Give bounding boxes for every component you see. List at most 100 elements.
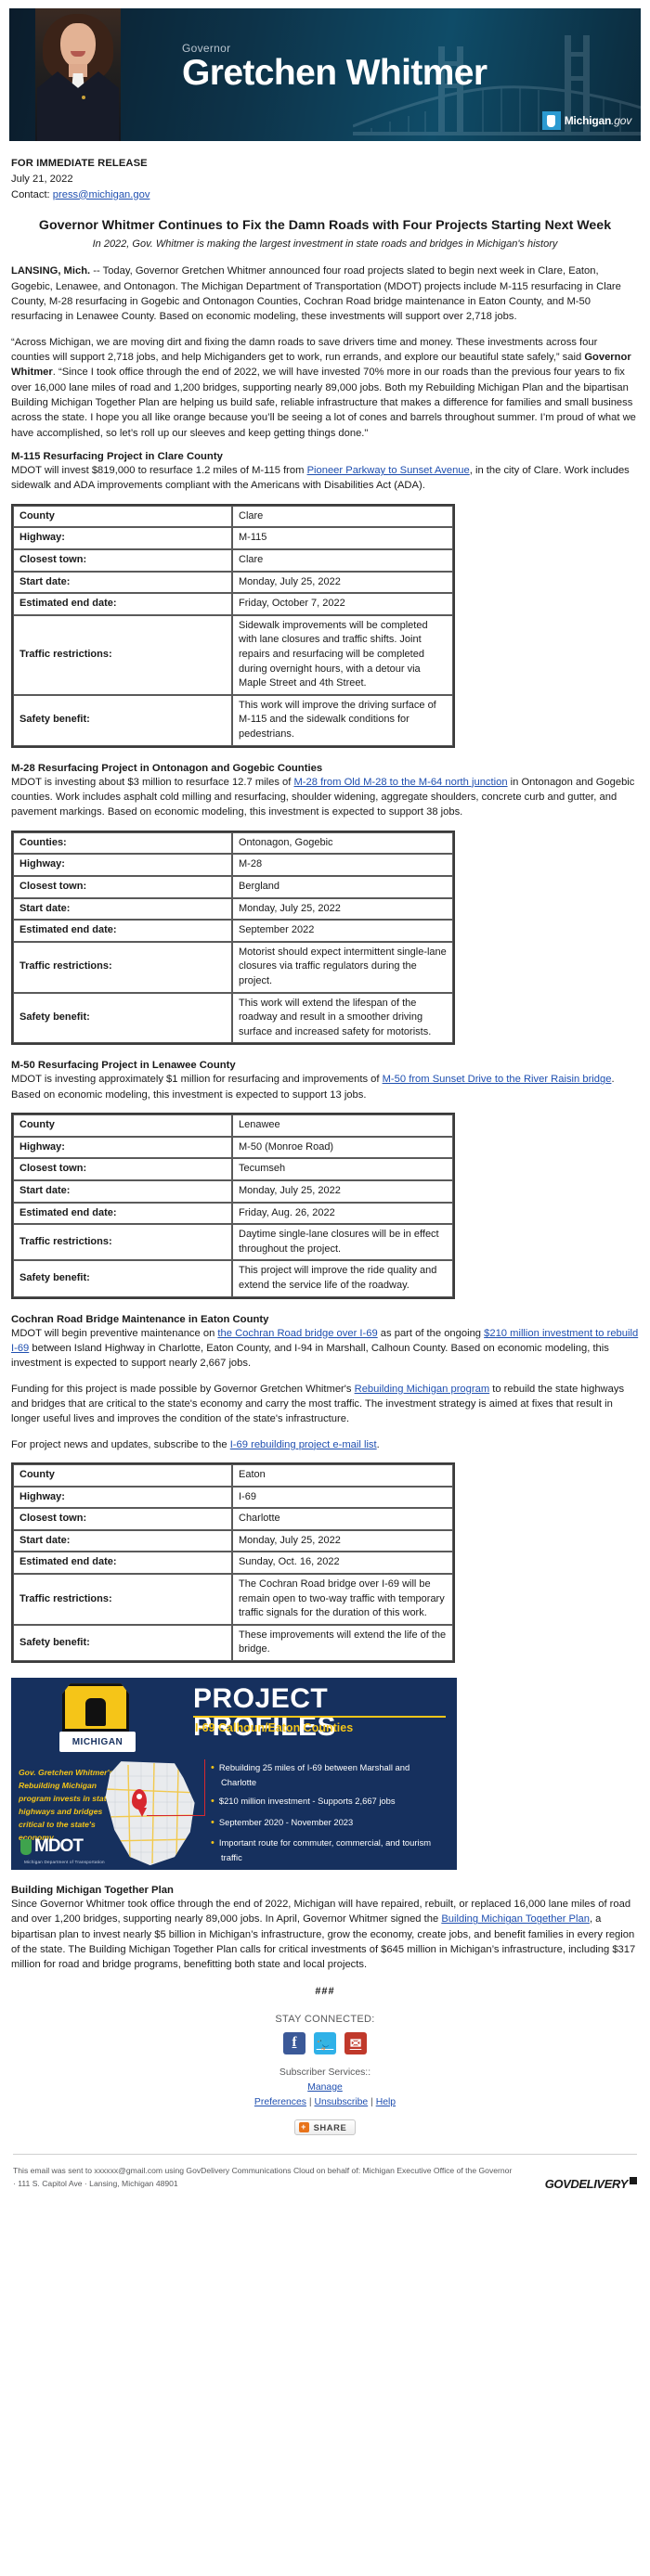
row-label: County xyxy=(13,1463,232,1487)
i69-email-list-link[interactable]: I-69 rebuilding project e-mail list xyxy=(230,1439,377,1450)
map-road-lines xyxy=(105,1761,195,1866)
table-row: Traffic restrictions: The Cochran Road br… xyxy=(13,1574,453,1625)
infographic-title-line1: PROJECT xyxy=(193,1683,329,1715)
email-icon[interactable]: ✉ xyxy=(344,2031,367,2054)
row-value: M-28 xyxy=(232,854,453,876)
bullet-item: $210 million investment - Supports 2,667… xyxy=(219,1795,444,1810)
row-label: Start date: xyxy=(13,571,232,594)
table-row: Closest town: Clare xyxy=(13,548,453,572)
table-row: Traffic restrictions: Daytime single-lane… xyxy=(13,1224,453,1261)
row-value: Charlotte xyxy=(232,1508,453,1530)
row-value: Monday, July 25, 2022 xyxy=(232,1179,453,1203)
table-row: County Eaton xyxy=(13,1463,453,1487)
row-label: Safety benefit: xyxy=(13,992,232,1044)
table-row: Safety benefit: These improvements will e… xyxy=(13,1624,453,1662)
row-value: September 2022 xyxy=(232,920,453,942)
row-label: Highway: xyxy=(13,1486,232,1509)
cochran-p1-pre: MDOT will begin preventive maintenance o… xyxy=(11,1327,218,1339)
infographic-divider xyxy=(193,1716,446,1719)
row-label: Closest town: xyxy=(13,548,232,572)
bullet-item: Important route for commuter, commercial… xyxy=(219,1836,444,1863)
row-value: This work will improve the driving surfa… xyxy=(232,694,453,746)
subscriber-services-label: Subscriber Services:: xyxy=(279,2067,371,2078)
separator: | xyxy=(308,2097,312,2108)
footer-legal-text: This email was sent to xxxxxx@gmail.com … xyxy=(13,2166,513,2188)
michigan-gov-logo: Michigan.gov xyxy=(541,111,631,130)
table-row: Counties: Ontonagon, Gogebic xyxy=(13,831,453,855)
lede-body: -- Today, Governor Gretchen Whitmer anno… xyxy=(11,265,621,323)
cochran-bridge-link[interactable]: the Cochran Road bridge over I-69 xyxy=(217,1328,377,1339)
mdot-mitten-icon xyxy=(20,1838,32,1855)
row-label: Safety benefit: xyxy=(13,694,232,746)
table-row: Closest town: Bergland xyxy=(13,875,453,898)
row-label: Start date: xyxy=(13,897,232,921)
help-link[interactable]: Help xyxy=(376,2097,396,2107)
table-row: Start date: Monday, July 25, 2022 xyxy=(13,571,453,594)
row-label: Highway: xyxy=(13,1136,232,1159)
table-row: Safety benefit: This work will extend the… xyxy=(13,992,453,1044)
section-body: MDOT is investing approximately $1 milli… xyxy=(11,1072,639,1102)
project-table: Counties: Ontonagon, Gogebic Highway: M-28… xyxy=(11,830,455,1046)
row-value: I-69 xyxy=(232,1486,453,1509)
banner-governor-name: Gretchen Whitmer xyxy=(182,53,488,93)
govdelivery-mark-icon xyxy=(630,2176,637,2184)
bullet-item: Rebuilding 25 miles of I-69 between Mars… xyxy=(219,1761,444,1788)
row-label: County xyxy=(13,505,232,528)
press-email-link[interactable]: press@michigan.gov xyxy=(53,189,150,200)
row-value: Clare xyxy=(232,505,453,528)
social-links: f 🐦 ✉ xyxy=(11,2031,639,2054)
row-label: Start date: xyxy=(13,1529,232,1552)
row-value: Ontonagon, Gogebic xyxy=(232,831,453,855)
row-label: Estimated end date: xyxy=(13,1552,232,1575)
table-row: Start date: Monday, July 25, 2022 xyxy=(13,1529,453,1552)
section-body: MDOT is investing about $3 million to re… xyxy=(11,775,639,820)
michigan-mitten-icon xyxy=(541,111,561,130)
section-body: MDOT will invest $819,000 to resurface 1… xyxy=(11,463,639,494)
separator: | xyxy=(370,2097,373,2108)
cochran-paragraph-1: MDOT will begin preventive maintenance o… xyxy=(11,1326,639,1372)
manage-link[interactable]: Manage xyxy=(307,2082,343,2093)
governor-portrait xyxy=(35,8,121,141)
twitter-icon[interactable]: 🐦 xyxy=(314,2031,336,2054)
mdot-label: MDOT xyxy=(34,1836,84,1857)
cochran-p1-mid: as part of the ongoing xyxy=(377,1327,485,1339)
cochran-p1-post: between Island Highway in Charlotte, Eat… xyxy=(11,1342,609,1370)
section-link[interactable]: M-28 from Old M-28 to the M-64 north jun… xyxy=(293,777,507,788)
row-value: These improvements will extend the life … xyxy=(232,1624,453,1662)
rebuilding-michigan-link[interactable]: Rebuilding Michigan program xyxy=(355,1384,490,1395)
table-row: Estimated end date: Friday, October 7, 20… xyxy=(13,593,453,615)
share-row: + SHARE xyxy=(11,2119,639,2136)
share-button[interactable]: + SHARE xyxy=(293,2119,357,2136)
release-meta: FOR IMMEDIATE RELEASE July 21, 2022 Cont… xyxy=(11,156,639,202)
email-body: FOR IMMEDIATE RELEASE July 21, 2022 Cont… xyxy=(0,141,650,2154)
govdelivery-label: GOVDELIVERY xyxy=(544,2176,629,2191)
cochran-p2-pre: Funding for this project is made possibl… xyxy=(11,1383,355,1395)
row-label: Closest town: xyxy=(13,1158,232,1180)
section-body-pre: MDOT is investing about $3 million to re… xyxy=(11,776,294,788)
row-value: Eaton xyxy=(232,1463,453,1487)
row-label: Closest town: xyxy=(13,1508,232,1530)
section-link[interactable]: Pioneer Parkway to Sunset Avenue xyxy=(307,465,470,476)
row-value: Friday, October 7, 2022 xyxy=(232,593,453,615)
row-label: Highway: xyxy=(13,527,232,549)
project-profiles-infographic: MICHIGAN PROJECT PROFILES I-69 Calhoun/E… xyxy=(11,1678,457,1871)
cochran-paragraph-3: For project news and updates, subscribe … xyxy=(11,1437,639,1452)
section-title: M-28 Resurfacing Project in Ontonagon an… xyxy=(11,762,323,774)
row-value: M-115 xyxy=(232,527,453,549)
row-label: Safety benefit: xyxy=(13,1260,232,1297)
table-row: Start date: Monday, July 25, 2022 xyxy=(13,1179,453,1203)
bmtp-link[interactable]: Building Michigan Together Plan xyxy=(441,1913,590,1925)
table-row: Traffic restrictions: Motorist should exp… xyxy=(13,941,453,993)
row-label: Estimated end date: xyxy=(13,920,232,942)
row-label: Estimated end date: xyxy=(13,593,232,615)
map-pin-icon xyxy=(132,1789,147,1810)
end-marker: ### xyxy=(315,1985,335,1997)
preferences-link[interactable]: Preferences xyxy=(254,2097,306,2107)
share-label: SHARE xyxy=(313,2122,347,2133)
facebook-icon[interactable]: f xyxy=(283,2031,306,2054)
project-section: M-50 Resurfacing Project in Lenawee Coun… xyxy=(11,1060,639,1299)
michigan-logo-suffix: .gov xyxy=(611,114,631,127)
section-link[interactable]: M-50 from Sunset Drive to the River Rais… xyxy=(383,1074,612,1085)
quote-part1: “Across Michigan, we are moving dirt and… xyxy=(11,336,598,363)
unsubscribe-link[interactable]: Unsubscribe xyxy=(314,2097,368,2107)
